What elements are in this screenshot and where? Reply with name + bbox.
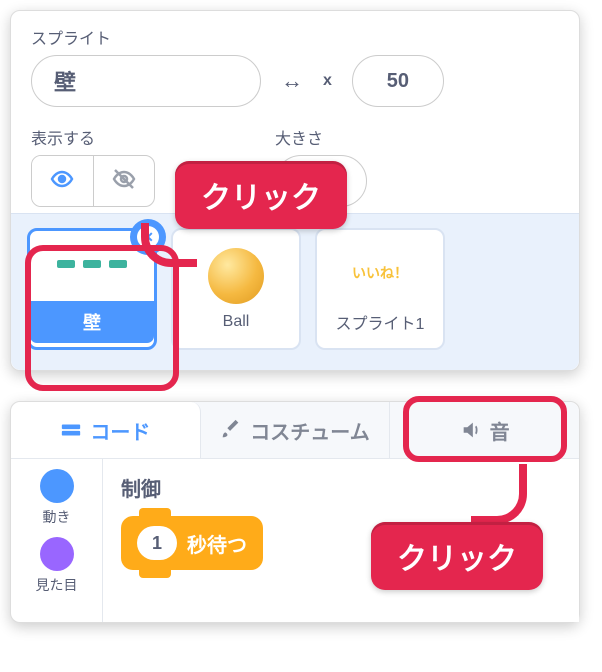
wait-block[interactable]: 1 秒待つ bbox=[121, 516, 263, 570]
brush-icon bbox=[220, 419, 242, 441]
tab-code[interactable]: コード bbox=[11, 402, 201, 458]
sprite-label: スプライト bbox=[31, 25, 559, 49]
annotation-highlight-box bbox=[403, 396, 567, 462]
editor-panel: コード コスチューム 音 動き 見た目 制御 bbox=[10, 401, 580, 623]
sprite-tile-label: Ball bbox=[223, 313, 250, 331]
category-label: 動き bbox=[43, 507, 71, 527]
arrows-horizontal-icon: ↔ bbox=[281, 68, 303, 94]
x-label: x bbox=[323, 72, 332, 90]
eye-icon bbox=[50, 167, 74, 196]
visibility-toggle bbox=[31, 155, 155, 207]
x-value-input[interactable]: 50 bbox=[352, 55, 444, 107]
sprite-thumb: いいね！ bbox=[341, 244, 419, 302]
eye-off-icon bbox=[112, 167, 136, 196]
sprite-name-input[interactable]: 壁 bbox=[31, 55, 261, 107]
tab-label: コード bbox=[90, 416, 150, 445]
code-icon bbox=[60, 419, 82, 441]
category-dot bbox=[40, 537, 74, 571]
wait-seconds-input[interactable]: 1 bbox=[137, 526, 177, 560]
sprite-tile-label: スプライト1 bbox=[336, 310, 425, 334]
category-looks[interactable]: 見た目 bbox=[36, 537, 78, 595]
show-button[interactable] bbox=[32, 156, 93, 206]
category-label: 見た目 bbox=[36, 575, 78, 595]
sprite-thumb bbox=[197, 247, 275, 305]
hide-button[interactable] bbox=[93, 156, 155, 206]
tab-costume[interactable]: コスチューム bbox=[201, 402, 391, 458]
wait-block-label: 秒待つ bbox=[187, 529, 247, 558]
show-label: 表示する bbox=[31, 125, 155, 149]
size-label: 大きさ bbox=[275, 125, 367, 149]
annotation-click-badge: クリック bbox=[175, 161, 347, 229]
category-dot bbox=[40, 469, 74, 503]
category-palette: 動き 見た目 bbox=[11, 459, 103, 622]
sprite-info-panel: スプライト 壁 ↔ x 50 表示する bbox=[10, 10, 580, 371]
tab-label: コスチューム bbox=[250, 416, 369, 445]
sprite-tile-sprite1[interactable]: いいね！ スプライト1 bbox=[315, 228, 445, 350]
category-motion[interactable]: 動き bbox=[40, 469, 74, 527]
annotation-click-badge: クリック bbox=[371, 522, 543, 590]
annotation-highlight-box bbox=[25, 245, 179, 391]
